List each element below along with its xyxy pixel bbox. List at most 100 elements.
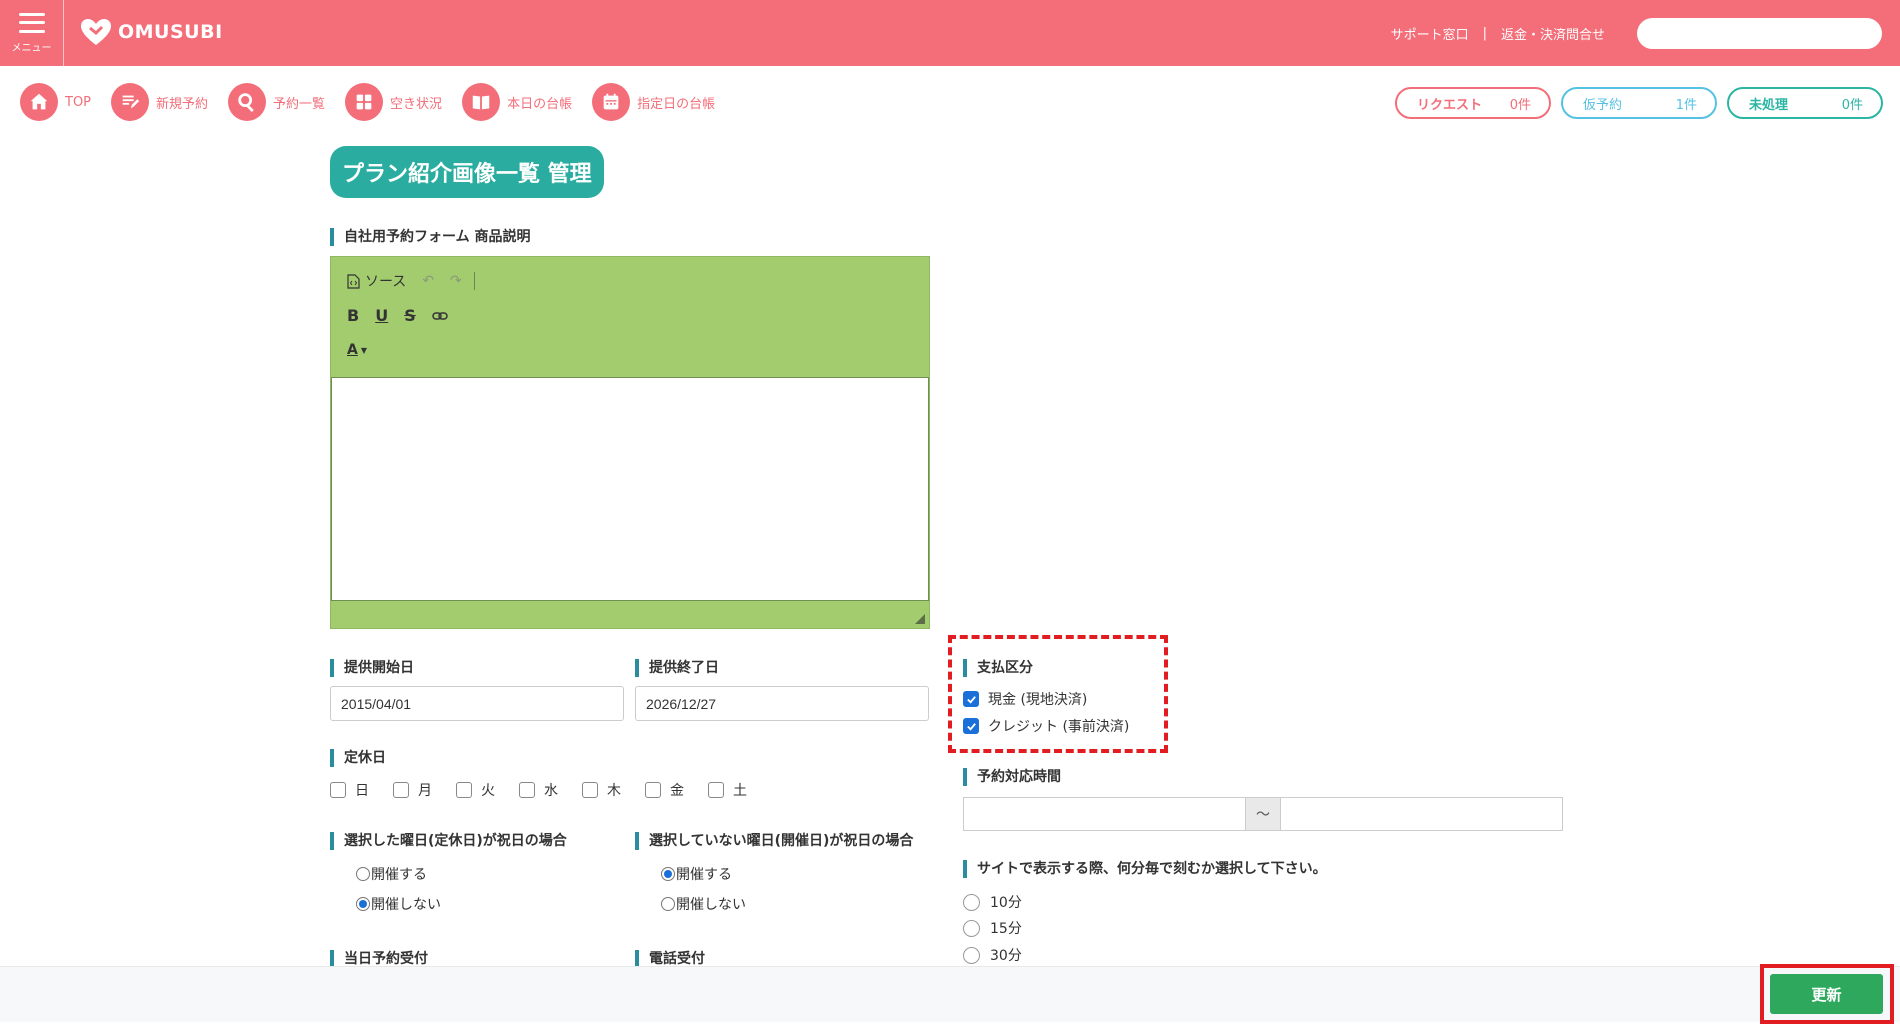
holiday-unselected-open-option[interactable]: 開催する [661,864,732,884]
weekday-thu[interactable]: 木 [582,780,621,800]
nav-label: 空き状況 [390,96,443,112]
bold-button[interactable]: B [347,306,359,325]
weekday-label: 木 [607,783,621,799]
request-label: リクエスト [1417,97,1483,113]
brand-name: OMUSUBI [118,21,223,43]
checkbox[interactable] [645,782,661,798]
editor-toolbar: ソース ↶ ↷ B U S A ▼ [331,257,929,377]
unprocessed-count: 0件 [1841,97,1863,113]
checkbox[interactable] [519,782,535,798]
menu-button[interactable]: メニュー [0,0,64,66]
radio-button[interactable] [963,919,980,937]
nav-item-reservation-list[interactable]: 予約一覧 [228,83,325,121]
holiday-unselected-closed-option[interactable]: 開催しない [661,894,746,914]
radio-button[interactable] [963,893,980,911]
editor-content-area[interactable] [331,377,929,601]
underline-button[interactable]: U [375,306,388,325]
request-badge[interactable]: リクエスト 0件 [1395,87,1551,119]
link-icon [431,311,448,320]
nav-item-top[interactable]: TOP [20,83,91,121]
home-icon [20,83,58,121]
end-date-input[interactable] [635,686,929,721]
weekday-tue[interactable]: 火 [456,780,495,800]
grid-icon [345,83,384,121]
holiday-selected-open-option[interactable]: 開催する [356,864,427,884]
weekday-label: 土 [733,783,747,799]
toolbar-row-3: A ▼ [347,342,383,358]
checkbox[interactable] [708,782,724,798]
unprocessed-label: 未処理 [1749,97,1789,113]
calendar-icon [592,83,631,121]
weekday-label: 日 [355,783,369,799]
hours-end-input[interactable] [1280,797,1563,831]
font-color-button[interactable]: A ▼ [347,342,367,358]
nav-item-date-ledger[interactable]: 指定日の台帳 [592,83,715,121]
tentative-count: 1件 [1675,97,1697,113]
status-badges: リクエスト 0件 仮予約 1件 未処理 0件 [1385,87,1883,119]
link-button[interactable] [431,311,448,321]
nav-item-new-reservation[interactable]: 新規予約 [111,83,208,121]
checkbox[interactable] [456,782,472,798]
weekday-sat[interactable]: 土 [708,780,747,800]
weekday-label: 水 [544,783,558,799]
nav-label: TOP [65,94,92,110]
hours-range: 〜 [963,797,1563,831]
source-button[interactable]: ソース [347,271,406,291]
strikethrough-button[interactable]: S [404,306,416,325]
interval-option-15[interactable]: 15分 [963,918,1022,938]
redo-button[interactable]: ↷ [450,273,462,289]
checkbox[interactable] [393,782,409,798]
description-label: 自社用予約フォーム 商品説明 [330,228,530,246]
holiday-selected-closed-option[interactable]: 開催しない [356,894,441,914]
radio-button[interactable] [356,867,370,881]
tentative-label: 仮予約 [1583,97,1623,113]
resize-grip-icon[interactable] [915,614,925,624]
unprocessed-badge[interactable]: 未処理 0件 [1727,87,1883,119]
option-label: 開催しない [676,897,746,913]
start-date-input[interactable] [330,686,624,721]
radio-button[interactable] [661,867,675,881]
weekday-wed[interactable]: 水 [519,780,558,800]
weekday-mon[interactable]: 月 [393,780,432,800]
top-header: メニュー OMUSUBI サポート窓口 | 返金・決済問合せ [0,0,1900,66]
range-separator: 〜 [1246,797,1280,831]
option-label: 10分 [990,895,1022,911]
tentative-badge[interactable]: 仮予約 1件 [1561,87,1717,119]
menu-label: メニュー [11,42,52,54]
hours-start-input[interactable] [963,797,1246,831]
source-icon [347,273,360,289]
weekday-label: 月 [418,783,432,799]
checkbox[interactable] [330,782,346,798]
nav-label: 新規予約 [156,96,209,112]
brand-logo[interactable]: OMUSUBI [80,18,223,46]
interval-option-30[interactable]: 30分 [963,945,1022,965]
radio-button[interactable] [661,897,675,911]
undo-button[interactable]: ↶ [422,273,434,289]
checkbox[interactable] [582,782,598,798]
weekday-checkboxes: 日 月 火 水 木 金 土 [330,780,771,800]
end-date-label: 提供終了日 [635,659,719,677]
start-date-label: 提供開始日 [330,659,414,677]
nav-items: TOP 新規予約 予約一覧 空き状況 本日の台帳 指定日の台帳 [20,83,735,121]
weekday-fri[interactable]: 金 [645,780,684,800]
description-editor: ソース ↶ ↷ B U S A ▼ [330,256,930,629]
option-label: 開催する [676,867,732,883]
holiday-unselected-label: 選択していない曜日(開催日)が祝日の場合 [635,832,913,850]
option-label: 開催する [371,867,427,883]
refund-link[interactable]: 返金・決済問合せ [1501,24,1605,43]
support-link[interactable]: サポート窓口 [1391,24,1469,43]
weekday-sun[interactable]: 日 [330,780,369,800]
source-label: ソース [365,274,407,290]
nav-label: 指定日の台帳 [637,96,716,112]
radio-button[interactable] [963,946,980,964]
interval-option-10[interactable]: 10分 [963,892,1022,912]
header-search-input[interactable] [1637,18,1882,49]
nav-item-today-ledger[interactable]: 本日の台帳 [462,83,572,121]
nav-label: 予約一覧 [273,96,326,112]
nav-item-availability[interactable]: 空き状況 [345,83,442,121]
toolbar-row-1: ソース ↶ ↷ [347,271,475,291]
header-separator: | [1482,26,1487,41]
header-links: サポート窓口 | 返金・決済問合せ [1391,24,1605,43]
holiday-selected-label: 選択した曜日(定休日)が祝日の場合 [330,832,567,850]
radio-button[interactable] [356,897,370,911]
